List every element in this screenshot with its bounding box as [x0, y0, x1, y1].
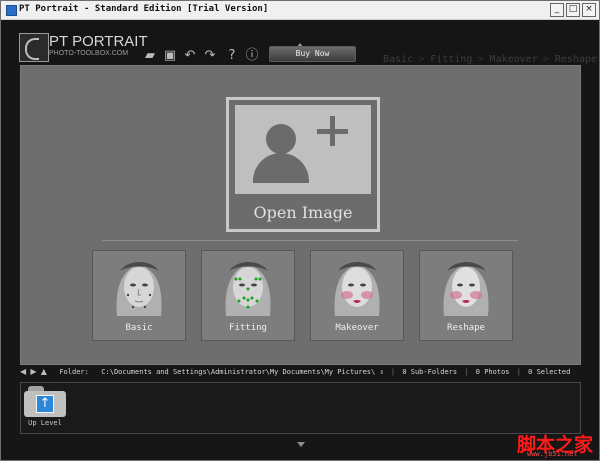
fitting-label: Fitting — [229, 323, 267, 333]
open-image-panel — [235, 105, 371, 194]
face-reshape-icon — [420, 251, 512, 321]
makeover-label: Makeover — [335, 323, 379, 333]
brand-name: PT PORTRAIT — [49, 33, 148, 50]
maximize-button[interactable]: □ — [566, 3, 580, 17]
reshape-feature-card[interactable]: Reshape — [419, 250, 513, 341]
main-workspace: Open Image Basic Fitting Makeover Reshap… — [20, 65, 581, 365]
selected-count: 0 Selected — [528, 368, 571, 376]
folder-status-bar: ◀ ▶ ▲ Folder: C:\Documents and Settings\… — [20, 367, 571, 376]
open-folder-icon[interactable]: ▰ — [142, 48, 158, 64]
up-level-folder[interactable]: ↑ Up Level — [24, 386, 66, 427]
back-arrow-icon[interactable]: ◀ — [20, 367, 26, 376]
fitting-feature-card[interactable]: Fitting — [201, 250, 295, 341]
makeover-feature-card[interactable]: Makeover — [310, 250, 404, 341]
info-icon[interactable]: ⓘ — [244, 48, 260, 64]
person-icon — [266, 124, 296, 154]
app-window: PT Portrait - Standard Edition [Trial Ve… — [0, 0, 600, 461]
tab-basic[interactable]: Basic — [383, 54, 413, 65]
title-bar: PT Portrait - Standard Edition [Trial Ve… — [1, 1, 599, 20]
undo-icon[interactable]: ↶ — [182, 48, 198, 64]
redo-icon[interactable]: ↷ — [202, 48, 218, 64]
expand-down-arrow-icon[interactable] — [297, 442, 305, 447]
face-makeover-icon — [311, 251, 403, 321]
person-body-icon — [253, 153, 309, 183]
open-image-button[interactable]: Open Image — [226, 97, 380, 232]
plus-icon-horizontal — [317, 129, 348, 134]
basic-feature-card[interactable]: Basic — [92, 250, 186, 341]
window-title: PT Portrait - Standard Edition [Trial Ve… — [19, 4, 269, 14]
tab-reshape[interactable]: Reshape — [555, 54, 597, 65]
face-fitting-icon — [202, 251, 294, 321]
file-browser-pane: ↑ Up Level — [20, 382, 581, 434]
logo-icon — [19, 33, 49, 62]
folder-label: Folder: — [59, 368, 89, 376]
basic-label: Basic — [125, 323, 153, 333]
minimize-button[interactable]: _ — [550, 3, 564, 17]
buy-now-button[interactable]: Buy Now — [269, 46, 356, 62]
up-folder-arrow-icon[interactable]: ▲ — [41, 367, 47, 376]
folder-path[interactable]: C:\Documents and Settings\Administrator\… — [101, 368, 375, 376]
watermark-site: www.jb51.net — [527, 450, 578, 458]
mode-tabs: Basic > Fitting > Makeover > Reshape — [383, 54, 598, 65]
reshape-label: Reshape — [447, 323, 485, 333]
close-button[interactable]: × — [582, 3, 596, 17]
brand-site: PHOTO-TOOLBOX.COM — [49, 50, 129, 57]
save-icon[interactable]: ▣ — [162, 48, 178, 64]
path-dropdown-icon[interactable]: ⇕ — [379, 368, 383, 376]
top-toolbar: PT PORTRAIT PHOTO-TOOLBOX.COM ▰ ▣ ↶ ↷ ? … — [1, 20, 599, 65]
open-image-label: Open Image — [253, 203, 353, 222]
subfolder-count: 0 Sub-Folders — [402, 368, 458, 376]
tab-makeover[interactable]: Makeover — [490, 54, 538, 65]
up-level-label: Up Level — [28, 419, 62, 427]
app-icon — [6, 5, 17, 16]
help-icon[interactable]: ? — [224, 48, 240, 64]
tab-fitting[interactable]: Fitting — [430, 54, 472, 65]
photo-count: 0 Photos — [475, 368, 510, 376]
up-arrow-icon: ↑ — [36, 395, 54, 413]
section-divider — [102, 240, 518, 241]
forward-arrow-icon[interactable]: ▶ — [30, 367, 36, 376]
face-basic-icon — [93, 251, 185, 321]
